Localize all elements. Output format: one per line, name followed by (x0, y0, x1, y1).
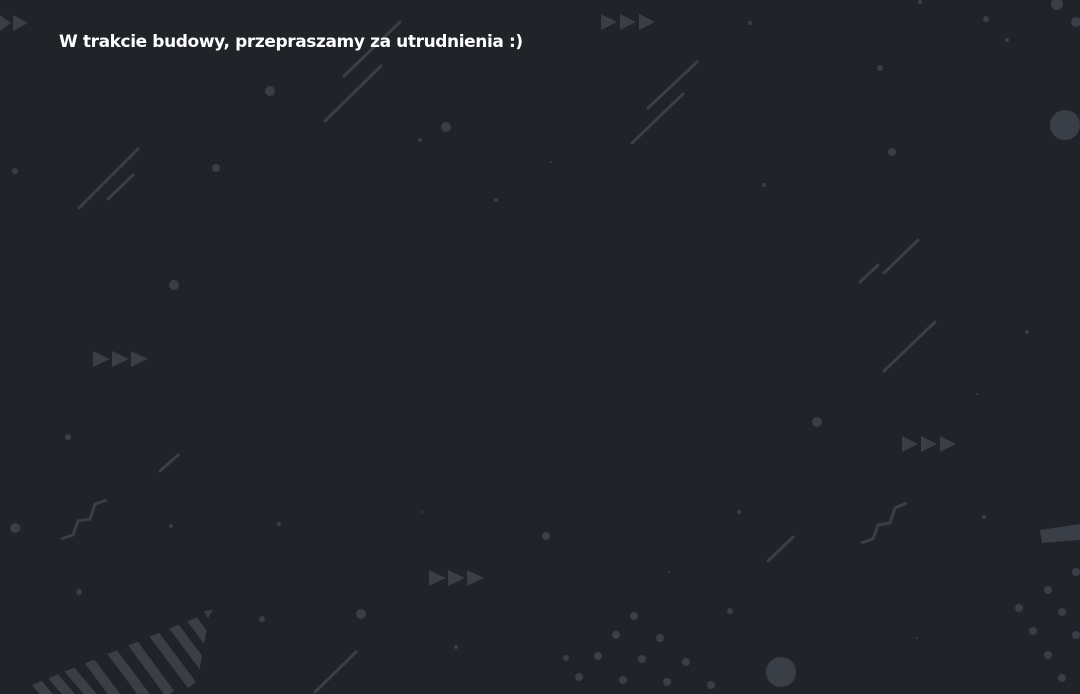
striped-triangle (10, 612, 210, 694)
decorative-background-pattern (0, 0, 1080, 694)
bar-shape (1040, 524, 1080, 543)
under-construction-page: W trakcie budowy, przepraszamy za utrudn… (0, 0, 1080, 694)
zigzag-shapes (60, 498, 908, 545)
under-construction-message: W trakcie budowy, przepraszamy za utrudn… (59, 32, 523, 52)
scattered-dots (10, 0, 1080, 689)
triangle-chevrons (0, 14, 956, 618)
diagonal-lines (77, 20, 937, 694)
